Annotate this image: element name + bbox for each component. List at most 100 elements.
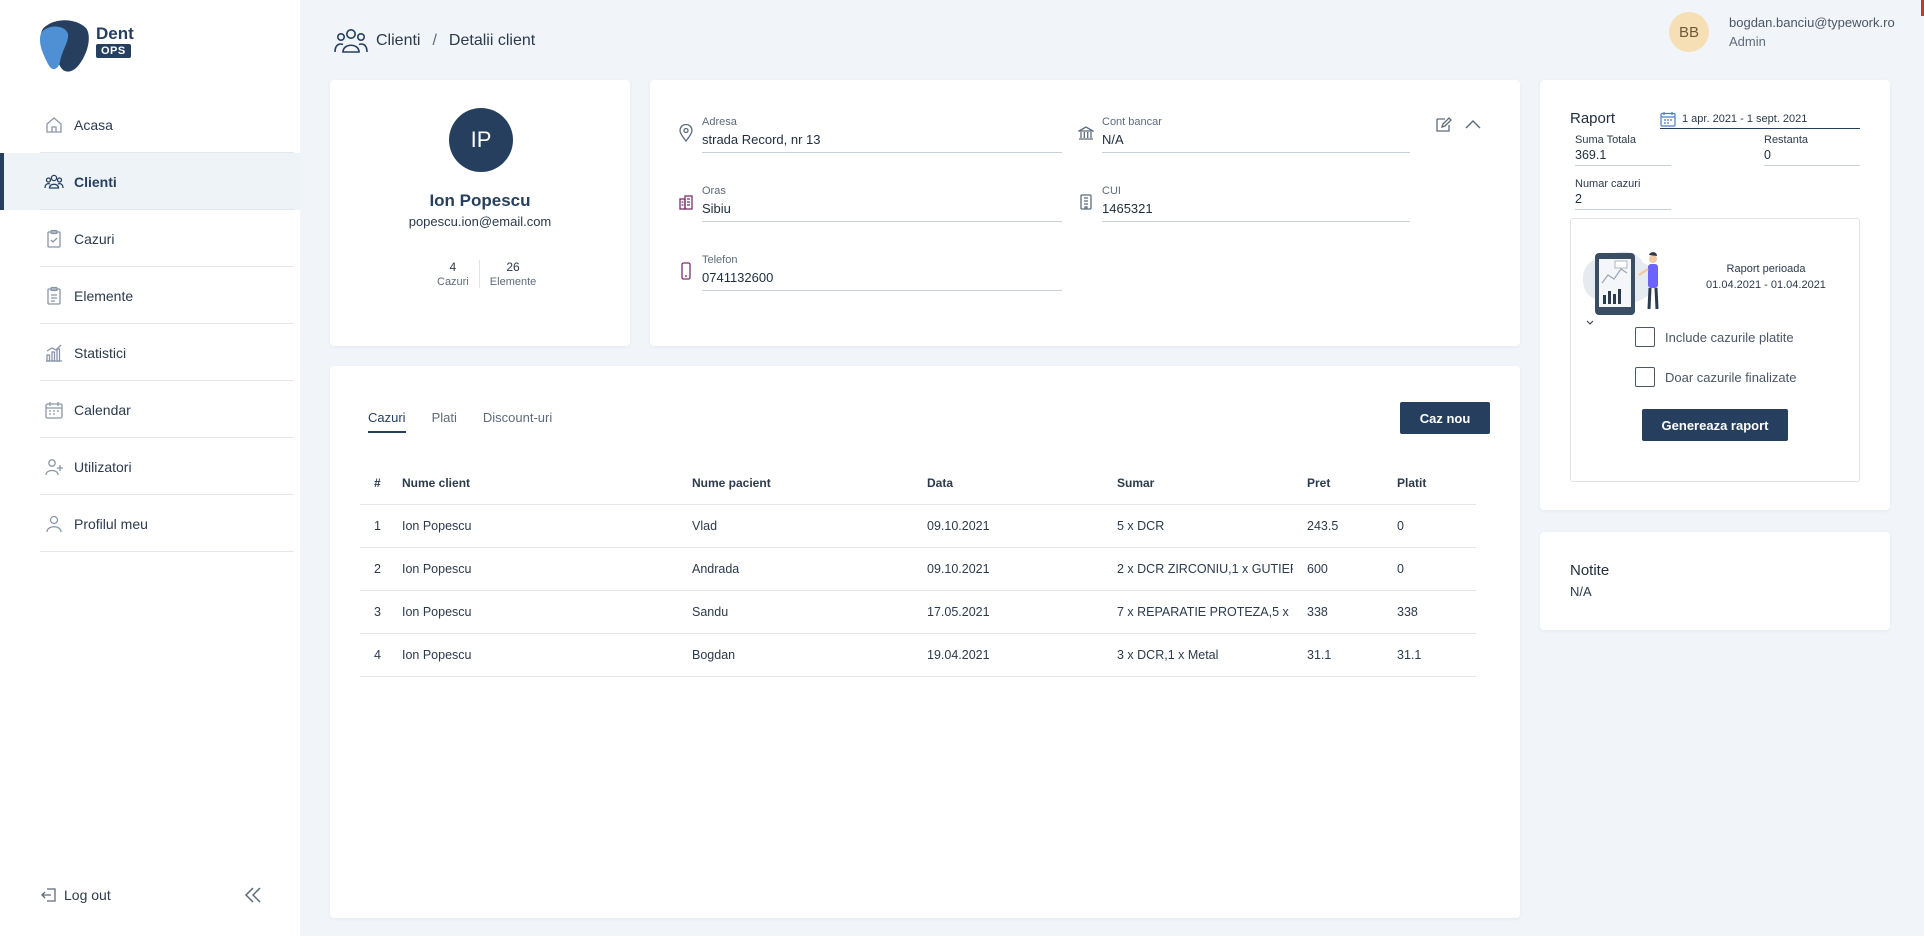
sidebar-item-label: Utilizatori bbox=[74, 458, 132, 475]
sidebar: Dent OPS Acasa Clienti Cazuri Elemente S… bbox=[0, 0, 300, 936]
tab-plati[interactable]: Plati bbox=[432, 410, 457, 433]
column-header[interactable]: Pret bbox=[1293, 462, 1383, 505]
table-cell: Ion Popescu bbox=[388, 504, 678, 548]
field-value: 0 bbox=[1764, 148, 1860, 166]
table-cell: 0 bbox=[1383, 547, 1476, 591]
address-field[interactable]: Adresa strada Record, nr 13 bbox=[679, 116, 1062, 153]
date-range-value: 1 apr. 2021 - 1 sept. 2021 bbox=[1682, 113, 1808, 125]
logo[interactable]: Dent OPS bbox=[38, 18, 158, 76]
field-value: 0741132600 bbox=[702, 270, 1062, 291]
checkbox-label: Doar cazurile finalizate bbox=[1665, 369, 1797, 385]
calendar-icon bbox=[1660, 111, 1676, 127]
sidebar-item-calendar[interactable]: Calendar bbox=[0, 381, 300, 438]
client-details-card: Adresa strada Record, nr 13 Cont bancar … bbox=[650, 80, 1520, 346]
report-illustration-icon bbox=[1583, 251, 1659, 325]
column-header[interactable]: Sumar bbox=[1103, 462, 1293, 505]
tooth-logo-icon bbox=[40, 20, 89, 72]
collapse-sidebar-icon[interactable] bbox=[242, 884, 264, 906]
column-header[interactable]: Data bbox=[913, 462, 1103, 505]
sidebar-item-label: Profilul meu bbox=[74, 515, 148, 532]
logout-icon bbox=[40, 886, 58, 904]
report-period: Raport perioada 01.04.2021 - 01.04.2021 bbox=[1681, 261, 1851, 293]
brand-name: Dent bbox=[96, 24, 134, 43]
chart-icon bbox=[44, 343, 64, 363]
table-cell: Ion Popescu bbox=[388, 547, 678, 591]
sidebar-item-clienti[interactable]: Clienti bbox=[0, 153, 300, 210]
stat-cazuri: 4 Cazuri bbox=[427, 260, 479, 288]
users-icon bbox=[334, 26, 368, 56]
cases-tabs: Cazuri Plati Discount-uri bbox=[368, 410, 578, 433]
city-buildings-icon bbox=[678, 193, 694, 211]
sidebar-item-label: Clienti bbox=[74, 173, 117, 190]
checkbox-box[interactable] bbox=[1635, 327, 1655, 347]
table-cell: 5 x DCR bbox=[1103, 504, 1293, 548]
breadcrumb-clienti-link[interactable]: Clienti bbox=[376, 32, 420, 50]
stat-value: 4 bbox=[449, 260, 457, 274]
tab-cazuri[interactable]: Cazuri bbox=[368, 410, 406, 433]
city-field[interactable]: Oras Sibiu bbox=[679, 185, 1062, 222]
table-row[interactable]: 1 Ion Popescu Vlad 09.10.2021 5 x DCR 24… bbox=[360, 504, 1476, 548]
user-add-icon bbox=[44, 457, 64, 477]
user-menu[interactable]: BB bogdan.banciu@typework.ro Admin bbox=[1669, 12, 1895, 52]
field-value: N/A bbox=[1102, 132, 1410, 153]
table-cell: 7 x REPARATIE PROTEZA,5 x Sig bbox=[1103, 590, 1293, 634]
client-avatar: IP bbox=[449, 108, 513, 172]
sidebar-item-elemente[interactable]: Elemente bbox=[0, 267, 300, 324]
breadcrumb-current: Detalii client bbox=[448, 32, 536, 49]
field-value: Sibiu bbox=[702, 201, 1062, 222]
table-row[interactable]: 4 Ion Popescu Bogdan 19.04.2021 3 x DCR,… bbox=[360, 633, 1476, 677]
logout-button[interactable]: Log out bbox=[40, 886, 111, 904]
table-cell: 243.5 bbox=[1293, 504, 1383, 548]
table-cell: 4 bbox=[360, 633, 388, 677]
user-email: bogdan.banciu@typework.ro bbox=[1729, 15, 1895, 30]
column-header[interactable]: Nume pacient bbox=[678, 462, 913, 505]
notes-value: N/A bbox=[1570, 584, 1592, 599]
only-finished-checkbox[interactable]: Doar cazurile finalizate bbox=[1635, 367, 1797, 387]
column-header[interactable]: Platit bbox=[1383, 462, 1476, 505]
include-paid-checkbox[interactable]: Include cazurile platite bbox=[1635, 327, 1794, 347]
sidebar-item-cazuri[interactable]: Cazuri bbox=[0, 210, 300, 267]
sidebar-item-label: Calendar bbox=[74, 401, 131, 418]
date-range-picker[interactable]: 1 apr. 2021 - 1 sept. 2021 bbox=[1660, 110, 1860, 129]
report-card: Raport 1 apr. 2021 - 1 sept. 2021 Suma T… bbox=[1540, 80, 1890, 510]
cui-field[interactable]: CUI 1465321 bbox=[1080, 185, 1410, 222]
table-row[interactable]: 2 Ion Popescu Andrada 09.10.2021 2 x DCR… bbox=[360, 547, 1476, 591]
bank-account-field[interactable]: Cont bancar N/A bbox=[1076, 116, 1410, 153]
table-cell: 3 x DCR,1 x Metal bbox=[1103, 633, 1293, 677]
column-header[interactable]: Nume client bbox=[388, 462, 678, 505]
chevron-up-icon[interactable] bbox=[1464, 116, 1482, 134]
phone-field[interactable]: Telefon 0741132600 bbox=[681, 254, 1062, 291]
sidebar-item-profilul-meu[interactable]: Profilul meu bbox=[0, 495, 300, 552]
client-name: Ion Popescu bbox=[429, 191, 531, 210]
generate-report-button[interactable]: Genereaza raport bbox=[1642, 409, 1788, 441]
client-stats: 4 Cazuri 26 Elemente bbox=[427, 260, 546, 288]
table-row[interactable]: 3 Ion Popescu Sandu 17.05.2021 7 x REPAR… bbox=[360, 590, 1476, 634]
sidebar-item-statistici[interactable]: Statistici bbox=[0, 324, 300, 381]
cases-card: Cazuri Plati Discount-uri Caz nou # Nume… bbox=[330, 366, 1520, 918]
bank-icon bbox=[1076, 124, 1096, 142]
table-cell: Bogdan bbox=[678, 633, 913, 677]
table-cell: 338 bbox=[1383, 590, 1476, 634]
clipboard-list-icon bbox=[44, 286, 64, 306]
outstanding-field: Restanta 0 bbox=[1764, 134, 1860, 166]
notes-card: Notite N/A bbox=[1540, 532, 1890, 630]
case-count-field: Numar cazuri 2 bbox=[1575, 178, 1671, 210]
table-cell: 09.10.2021 bbox=[913, 547, 1103, 591]
table-cell: 338 bbox=[1293, 590, 1383, 634]
user-icon bbox=[44, 514, 64, 534]
clipboard-check-icon bbox=[44, 229, 64, 249]
table-cell: 09.10.2021 bbox=[913, 504, 1103, 548]
column-header[interactable]: # bbox=[360, 462, 388, 505]
new-case-button[interactable]: Caz nou bbox=[1400, 402, 1490, 434]
sidebar-item-label: Statistici bbox=[74, 344, 127, 361]
edit-icon[interactable] bbox=[1434, 116, 1452, 134]
home-icon bbox=[44, 115, 64, 135]
period-range: 01.04.2021 - 01.04.2021 bbox=[1706, 279, 1826, 291]
sidebar-item-acasa[interactable]: Acasa bbox=[0, 96, 300, 153]
table-cell: 3 bbox=[360, 590, 388, 634]
sidebar-item-utilizatori[interactable]: Utilizatori bbox=[0, 438, 300, 495]
checkbox-box[interactable] bbox=[1635, 367, 1655, 387]
client-profile-card: IP Ion Popescu popescu.ion@email.com 4 C… bbox=[330, 80, 630, 346]
tab-discount-uri[interactable]: Discount-uri bbox=[483, 410, 552, 433]
field-value: strada Record, nr 13 bbox=[702, 132, 1062, 153]
